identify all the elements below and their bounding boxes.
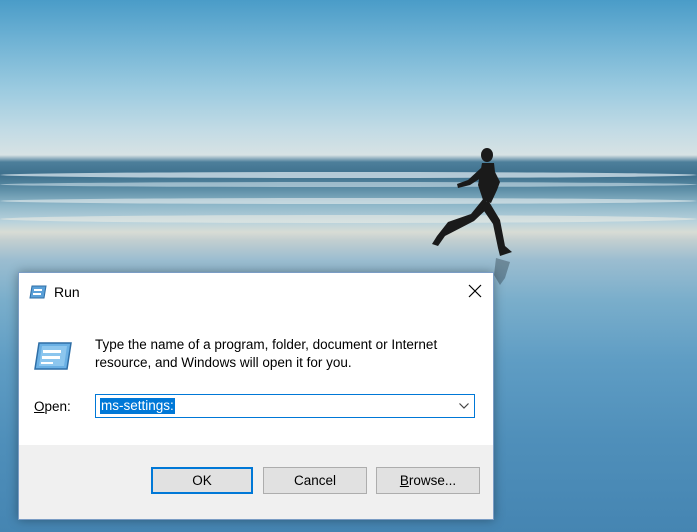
browse-accel: B	[399, 473, 409, 488]
ok-button[interactable]: OK	[151, 467, 253, 494]
browse-button[interactable]: Browse...	[376, 467, 480, 494]
dialog-description: Type the name of a program, folder, docu…	[95, 337, 438, 370]
dialog-title: Run	[54, 284, 80, 300]
cancel-button[interactable]: Cancel	[263, 467, 367, 494]
close-icon	[468, 284, 482, 298]
browse-text: rowse...	[408, 473, 457, 488]
close-button[interactable]	[457, 273, 493, 309]
open-input[interactable]: ms-settings:	[100, 398, 175, 414]
run-dialog: Run Type the name of a program, folder, …	[18, 272, 494, 520]
open-combobox[interactable]: ms-settings:	[95, 394, 475, 418]
run-icon	[29, 285, 47, 299]
open-label: Open:	[34, 399, 71, 414]
dialog-footer: OK Cancel Browse...	[19, 445, 493, 519]
chevron-down-icon	[459, 403, 469, 409]
title-bar: Run	[19, 273, 493, 311]
open-label-accel: O	[34, 399, 45, 414]
run-icon	[34, 342, 72, 370]
open-label-text: pen:	[44, 399, 71, 414]
dropdown-button[interactable]	[454, 395, 474, 417]
